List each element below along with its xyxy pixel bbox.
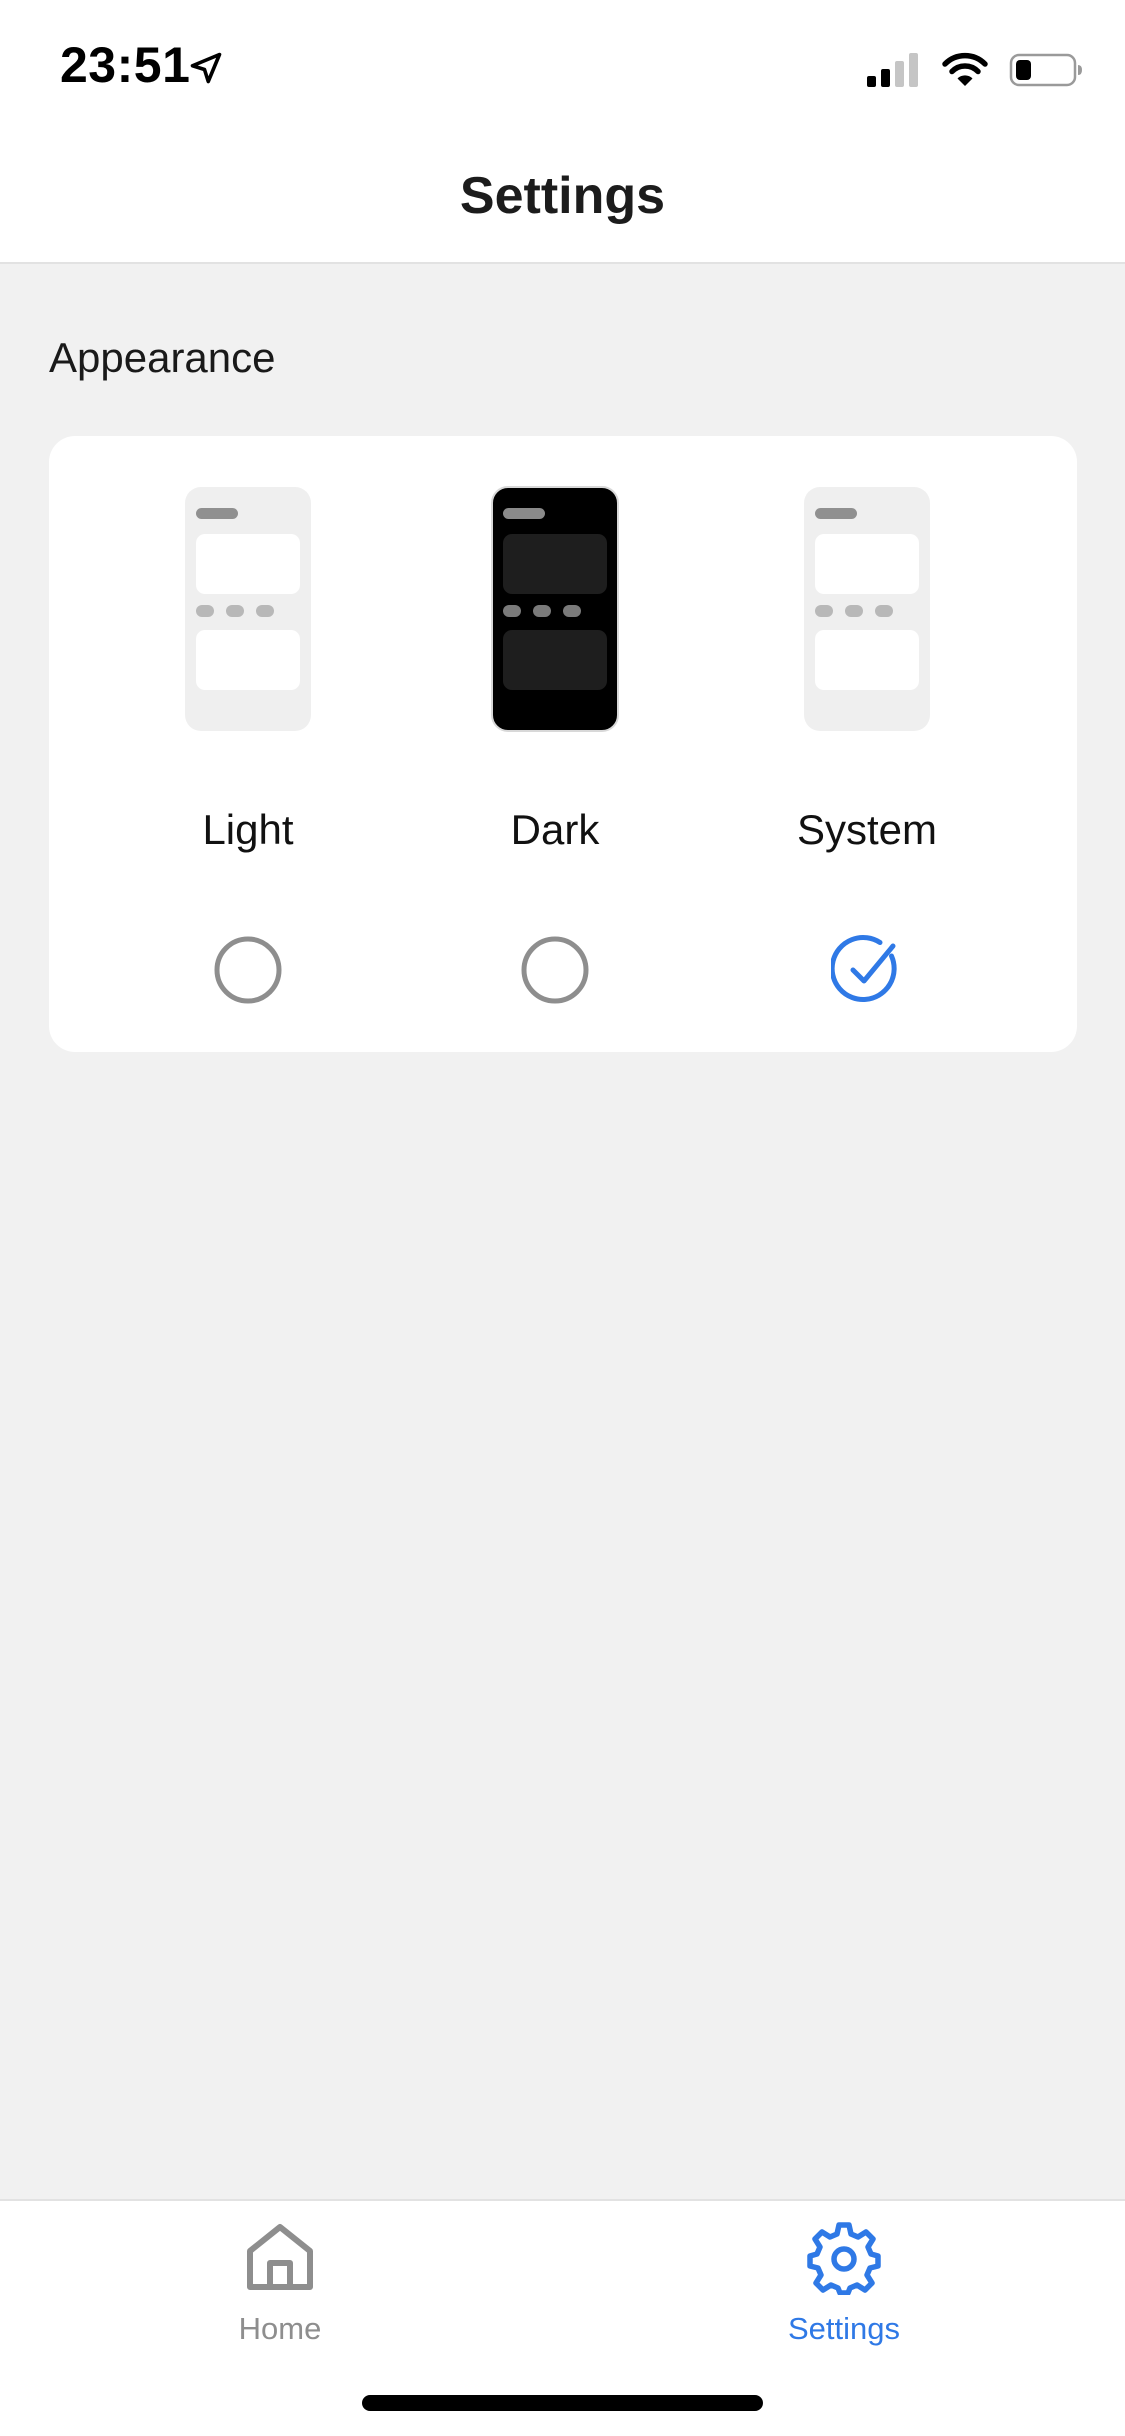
option-label-system: System [796, 806, 938, 853]
battery-icon [1009, 53, 1082, 87]
top-bar: 23:51 Settings [0, 0, 1125, 264]
status-time: 23:51 [60, 37, 191, 93]
status-icons [865, 50, 1083, 90]
appearance-card: Light Dark System [49, 436, 1077, 1052]
gear-icon [807, 2222, 881, 2295]
tab-settings[interactable]: Settings [694, 2201, 994, 2361]
radio-unchecked-dark[interactable] [519, 934, 591, 1006]
dark-phone-preview-icon [491, 486, 619, 732]
radio-unchecked-light[interactable] [212, 934, 284, 1006]
tab-settings-label: Settings [787, 2311, 900, 2346]
tab-home-label: Home [238, 2311, 322, 2346]
option-label-light: Light [202, 806, 294, 853]
system-phone-preview-icon [804, 487, 930, 731]
home-indicator [362, 2395, 763, 2411]
wifi-icon [942, 52, 988, 86]
appearance-option-dark[interactable]: Dark [405, 436, 705, 1052]
appearance-option-system[interactable]: System [717, 436, 1017, 1052]
location-arrow-icon [190, 52, 222, 84]
appearance-option-light[interactable]: Light [98, 436, 398, 1052]
option-label-dark: Dark [510, 806, 600, 853]
appearance-section-label: Appearance [49, 334, 276, 381]
tab-home[interactable]: Home [130, 2201, 430, 2361]
cellular-signal-icon [867, 53, 918, 87]
page-title: Settings [459, 167, 666, 225]
radio-checked-system[interactable] [831, 934, 903, 1006]
home-icon [247, 2224, 313, 2290]
light-phone-preview-icon [185, 487, 311, 731]
